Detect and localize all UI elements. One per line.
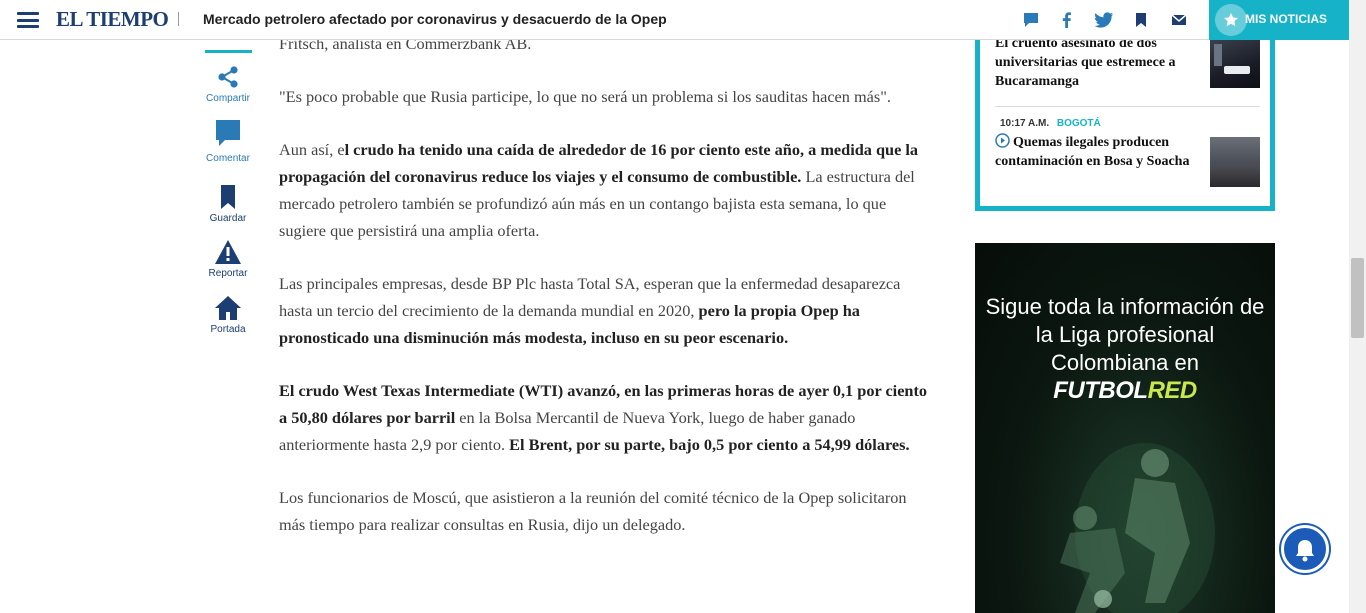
- page-scrollbar-thumb[interactable]: [1351, 258, 1364, 338]
- facebook-icon[interactable]: [1058, 11, 1076, 29]
- news-divider: [995, 106, 1260, 107]
- bookmark-icon[interactable]: [1133, 11, 1151, 29]
- home-label: Portada: [210, 324, 246, 335]
- comment-button[interactable]: Comentar: [198, 118, 258, 164]
- comment-icon: [216, 120, 240, 146]
- bookmark-icon: [221, 185, 235, 209]
- menu-icon[interactable]: [17, 12, 39, 28]
- share-label: Compartir: [206, 93, 250, 104]
- share-button[interactable]: Compartir: [198, 64, 258, 104]
- news-time: 10:17 A.M.: [1000, 118, 1050, 129]
- home-button[interactable]: Portada: [198, 295, 258, 335]
- news-category[interactable]: BOGOTÁ: [1057, 118, 1101, 129]
- rail-accent-bar: [205, 50, 252, 53]
- star-icon: [1215, 4, 1247, 36]
- comment-icon[interactable]: [1022, 11, 1040, 29]
- news-thumbnail[interactable]: [1210, 38, 1260, 88]
- site-logo[interactable]: EL TIEMPO: [56, 7, 169, 32]
- play-icon: [995, 133, 1010, 148]
- warning-icon: [215, 240, 241, 264]
- ad-players-illustration: [1060, 443, 1215, 613]
- save-label: Guardar: [209, 213, 247, 224]
- article-body: Fritsch, analista en Commerzbank AB. "Es…: [279, 30, 929, 564]
- report-button[interactable]: Reportar: [198, 239, 258, 279]
- advertisement-banner[interactable]: Sigue toda la información de la Liga pro…: [975, 243, 1275, 613]
- notification-bell-button[interactable]: [1281, 525, 1329, 573]
- twitter-icon[interactable]: [1094, 11, 1113, 29]
- news-title[interactable]: Quemas ilegales producen contaminación e…: [995, 133, 1195, 171]
- bell-icon: [1296, 540, 1314, 562]
- ad-text: Sigue toda la información de la Liga pro…: [985, 294, 1265, 375]
- article-headline: Mercado petrolero afectado por coronavir…: [203, 11, 667, 27]
- mail-icon[interactable]: [1170, 11, 1188, 29]
- news-meta: 10:17 A.M. BOGOTÁ: [995, 118, 1260, 129]
- ad-brand-logo: FUTBOLRED: [1053, 377, 1197, 404]
- home-icon: [215, 296, 241, 320]
- paragraph: El crudo West Texas Intermediate (WTI) a…: [279, 381, 928, 454]
- comment-label: Comentar: [206, 153, 250, 164]
- mis-noticias-button[interactable]: MIS NOTICIAS: [1209, 0, 1349, 40]
- paragraph: Las principales empresas, desde BP Plc h…: [279, 274, 901, 347]
- news-thumbnail[interactable]: [1210, 137, 1260, 187]
- mis-noticias-label: MIS NOTICIAS: [1245, 12, 1328, 26]
- paragraph: Los funcionarios de Moscú, que asistiero…: [279, 488, 907, 534]
- top-header-bar: EL TIEMPO Mercado petrolero afectado por…: [0, 0, 1349, 40]
- header-divider: [178, 12, 179, 26]
- share-icon: [218, 66, 238, 88]
- save-button[interactable]: Guardar: [198, 184, 258, 224]
- news-title[interactable]: El cruento asesinato de dos universitari…: [995, 34, 1195, 91]
- report-label: Reportar: [208, 268, 248, 279]
- related-news-widget: El cruento asesinato de dos universitari…: [975, 26, 1275, 211]
- paragraph: Aun así, el crudo ha tenido una caída de…: [279, 140, 919, 240]
- paragraph: "Es poco probable que Rusia participe, l…: [279, 87, 891, 106]
